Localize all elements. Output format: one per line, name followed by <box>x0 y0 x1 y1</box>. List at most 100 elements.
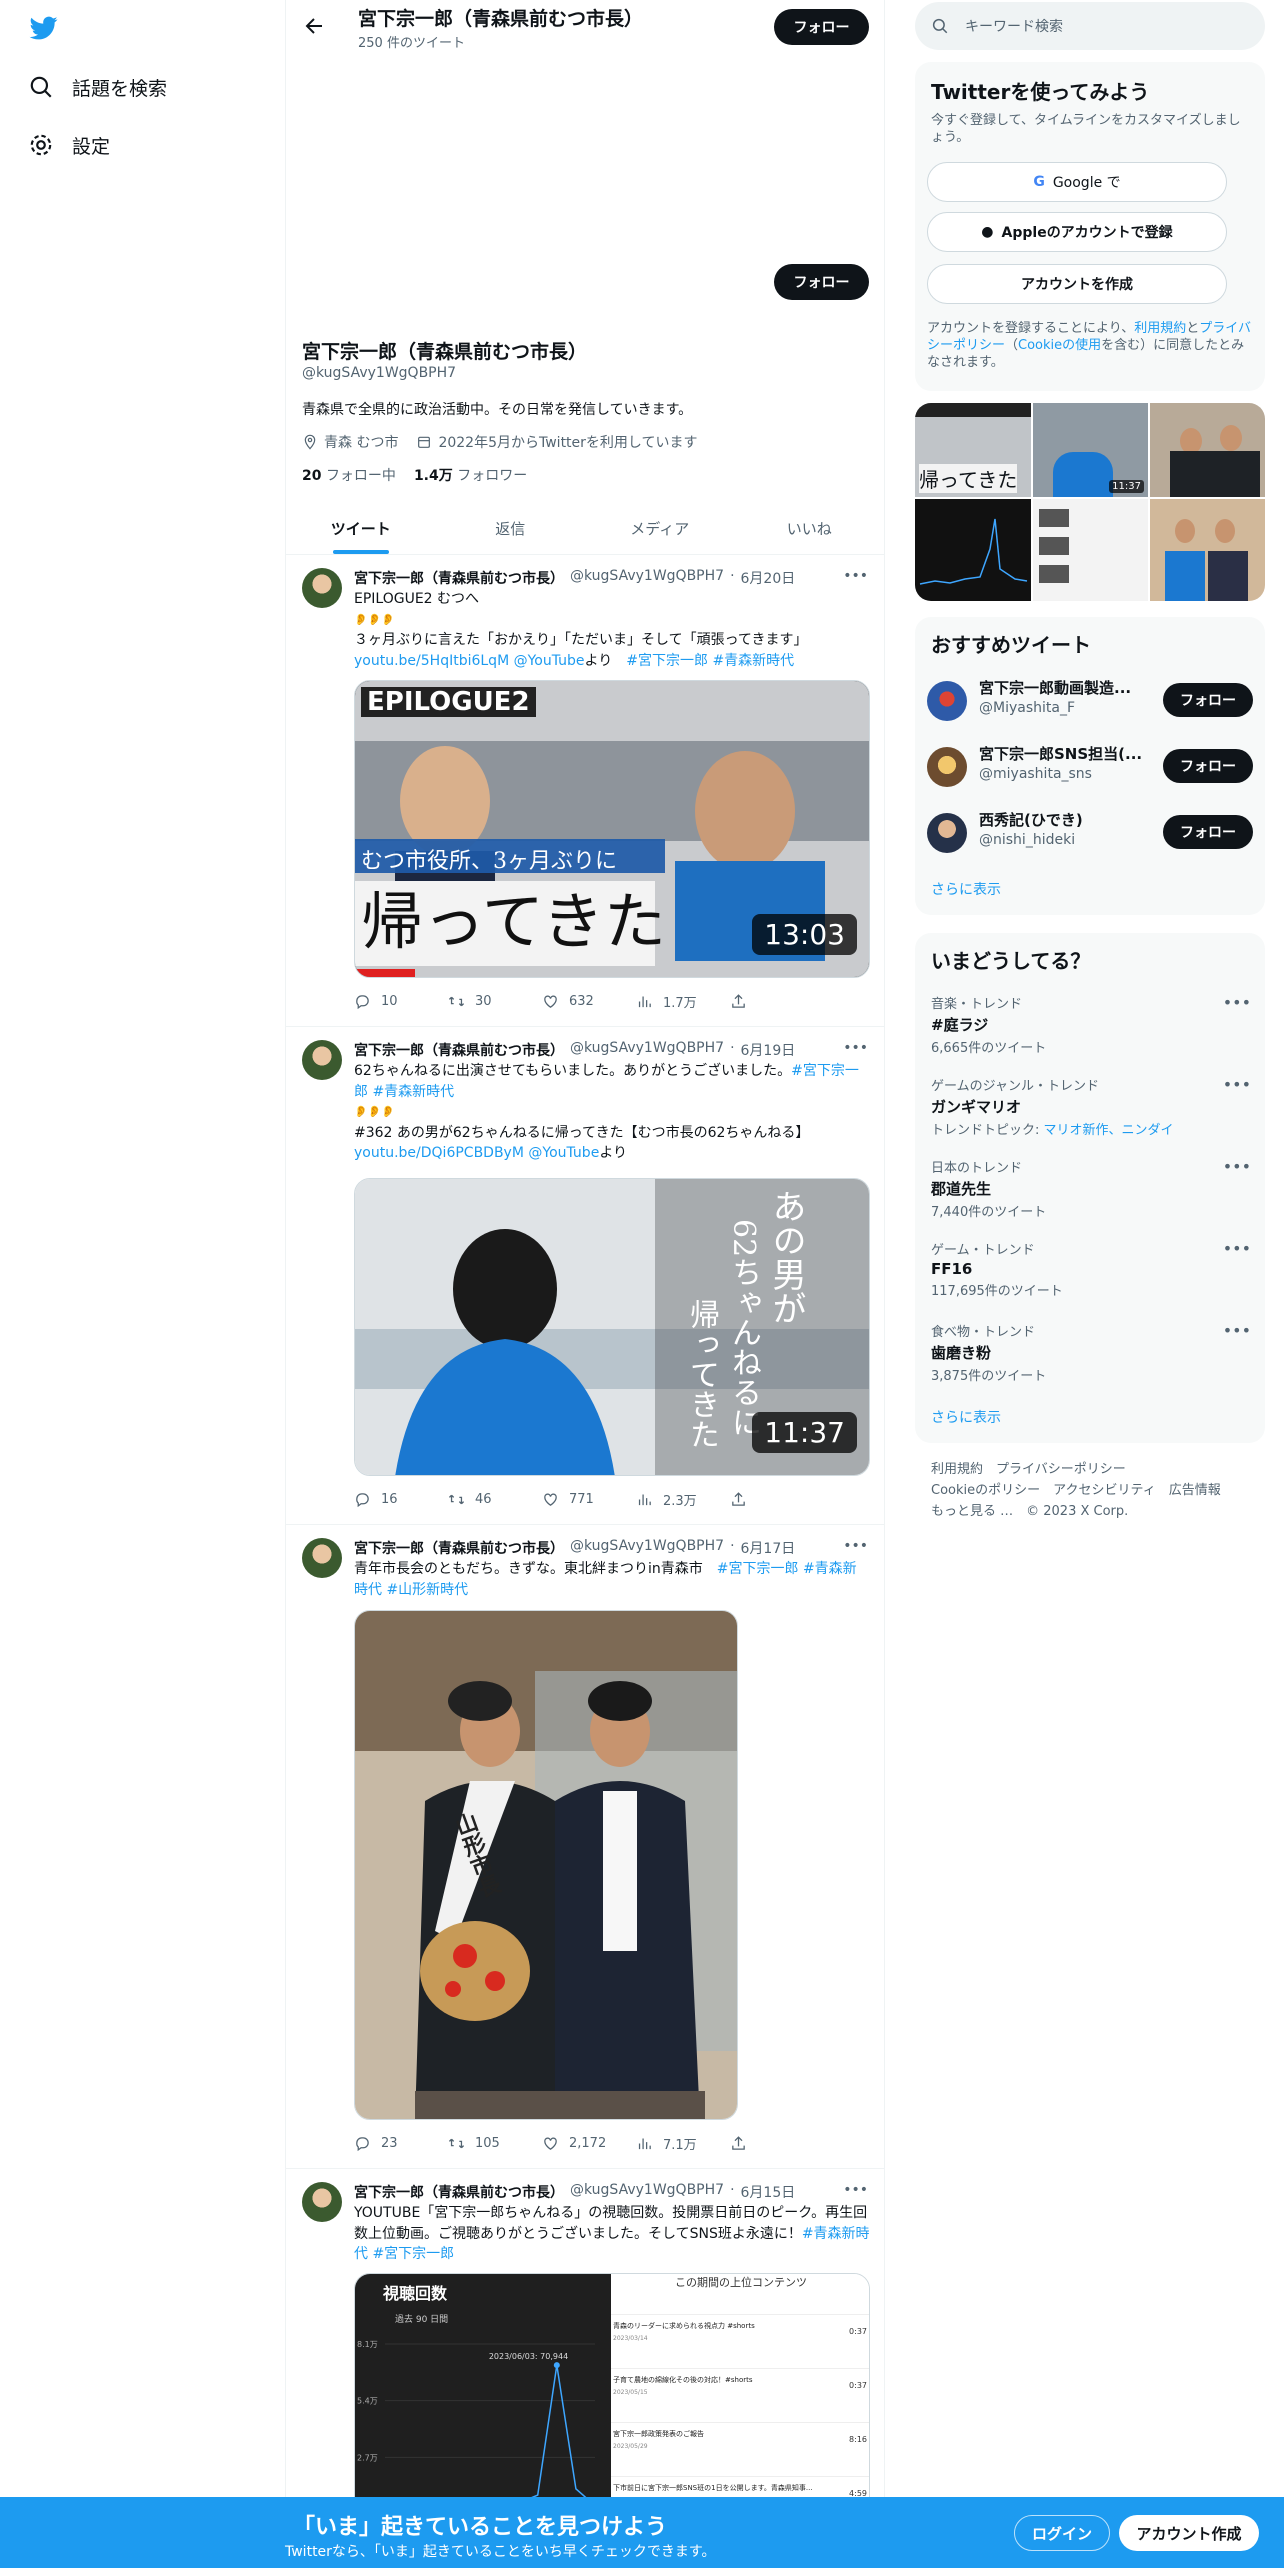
tweet-author-name[interactable]: 宮下宗一郎（青森県前むつ市長） <box>354 2182 564 2202</box>
follow-button[interactable]: フォロー <box>1163 815 1253 849</box>
terms-link[interactable]: 利用規約 <box>1134 321 1186 336</box>
avatar[interactable] <box>302 1040 342 1080</box>
recommended-account[interactable]: 宮下宗一郎SNS担当(... @miyashita_sns フォロー <box>927 739 1253 795</box>
avatar[interactable] <box>302 1538 342 1578</box>
avatar[interactable] <box>927 813 967 853</box>
more-icon[interactable]: ••• <box>1223 993 1251 1012</box>
like-button[interactable]: 632 <box>542 992 636 1011</box>
avatar[interactable] <box>302 2182 342 2222</box>
media-thumb[interactable]: 帰ってきた <box>915 403 1031 497</box>
show-more-link[interactable]: さらに表示 <box>931 1407 1001 1427</box>
followers-link[interactable]: 1.4万 フォロワー <box>414 465 527 485</box>
tweet-photo[interactable]: 山形市長 <box>354 1610 738 2120</box>
retweet-button[interactable]: 30 <box>448 992 542 1011</box>
hashtag-link[interactable]: #宮下宗一郎 #青森新時代 <box>626 653 794 669</box>
header-follow-button[interactable]: フォロー <box>774 9 869 45</box>
tweet-date[interactable]: 6月15日 <box>741 2182 796 2202</box>
recommended-account[interactable]: 西秀記(ひでき) @nishi_hideki フォロー <box>927 805 1253 861</box>
nav-explore[interactable]: 話題を検索 <box>28 67 167 107</box>
profile-name: 宮下宗一郎（青森県前むつ市長） <box>302 341 588 363</box>
login-button[interactable]: ログイン <box>1014 2515 1110 2551</box>
tab-media[interactable]: メディア <box>585 502 735 554</box>
tweet-date[interactable]: 6月19日 <box>741 1040 796 1060</box>
more-icon[interactable]: ••• <box>1223 1157 1251 1176</box>
views-button[interactable]: 2.3万 <box>636 1490 730 1509</box>
tab-replies[interactable]: 返信 <box>436 502 586 554</box>
more-icon[interactable]: ••• <box>1223 1239 1251 1258</box>
trend-item[interactable]: ゲームのジャンル・トレンド ガンギマリオ トレンドトピック: マリオ新作、ニンダ… <box>931 1075 1251 1138</box>
nav-settings[interactable]: 設定 <box>28 125 110 165</box>
tweet-date[interactable]: 6月20日 <box>741 568 796 588</box>
tweet-author-name[interactable]: 宮下宗一郎（青森県前むつ市長） <box>354 1040 564 1060</box>
signup-button[interactable]: アカウント作成 <box>1119 2515 1259 2551</box>
google-signup-button[interactable]: G Google で <box>927 162 1227 202</box>
avatar[interactable] <box>927 681 967 721</box>
profile-follow-button[interactable]: フォロー <box>774 264 869 300</box>
tweet-author-handle[interactable]: @kugSAvy1WgQBPH7 <box>570 568 724 588</box>
retweet-button[interactable]: 46 <box>448 1490 542 1509</box>
views-button[interactable]: 7.1万 <box>636 2134 730 2153</box>
following-link[interactable]: 20 フォロー中 <box>302 465 396 485</box>
more-icon[interactable]: ••• <box>1223 1075 1251 1094</box>
more-icon[interactable]: ••• <box>843 568 868 584</box>
tweet-link[interactable]: youtu.be/DQi6PCBDByM @YouTube <box>354 1145 599 1161</box>
follow-button[interactable]: フォロー <box>1163 683 1253 717</box>
share-button[interactable] <box>730 992 824 1011</box>
search-box[interactable]: キーワード検索 <box>915 2 1265 50</box>
trend-topic-links[interactable]: マリオ新作、ニンダイ <box>1044 1123 1174 1138</box>
cookie-link[interactable]: Cookieの使用 <box>1018 338 1101 353</box>
footer-line[interactable]: 利用規約 プライバシーポリシー <box>931 1459 1261 1480</box>
follow-button[interactable]: フォロー <box>1163 749 1253 783</box>
tweet-item[interactable]: 宮下宗一郎（青森県前むつ市長） @kugSAvy1WgQBPH7 · 6月20日… <box>286 556 884 1027</box>
signup-terms: アカウントを登録することにより、利用規約とプライバシーポリシー（Cookieの使… <box>927 320 1257 371</box>
tweet-photo[interactable]: 視聴回数 過去 90 日間 8.1万5.4万2.7万03月17日4月30日6月1… <box>354 2273 870 2533</box>
trend-item[interactable]: 食べ物・トレンド 歯磨き粉 3,875件のツイート ••• <box>931 1321 1251 1384</box>
more-icon[interactable]: ••• <box>1223 1321 1251 1340</box>
more-icon[interactable]: ••• <box>843 2182 868 2198</box>
back-arrow-icon[interactable] <box>302 14 326 38</box>
show-more-link[interactable]: さらに表示 <box>931 879 1001 899</box>
tab-likes[interactable]: いいね <box>735 502 885 554</box>
reply-button[interactable]: 16 <box>354 1490 448 1509</box>
tweet-line: 👂👂👂 <box>354 612 396 626</box>
tweet-author-name[interactable]: 宮下宗一郎（青森県前むつ市長） <box>354 1538 564 1558</box>
avatar[interactable] <box>302 568 342 608</box>
media-thumb[interactable] <box>915 499 1031 601</box>
video-thumbnail[interactable]: EPILOGUE2 むつ市役所、3ヶ月ぶりに 帰ってきた 13:03 <box>354 680 870 978</box>
trend-item[interactable]: 日本のトレンド 郡道先生 7,440件のツイート ••• <box>931 1157 1251 1220</box>
footer-line[interactable]: Cookieのポリシー アクセシビリティ 広告情報 <box>931 1480 1261 1501</box>
like-button[interactable]: 771 <box>542 1490 636 1509</box>
retweet-button[interactable]: 105 <box>448 2134 542 2153</box>
share-button[interactable] <box>730 2134 824 2153</box>
share-button[interactable] <box>730 1490 824 1509</box>
like-button[interactable]: 2,172 <box>542 2134 636 2153</box>
media-thumb[interactable] <box>1033 499 1148 601</box>
footer-line[interactable]: もっと見る … © 2023 X Corp. <box>931 1501 1261 1522</box>
views-button[interactable]: 1.7万 <box>636 992 730 1011</box>
tweet-author-handle[interactable]: @kugSAvy1WgQBPH7 <box>570 1040 724 1060</box>
recommended-account[interactable]: 宮下宗一郎動画製造... @Miyashita_F フォロー <box>927 673 1253 729</box>
tweet-item[interactable]: 宮下宗一郎（青森県前むつ市長） @kugSAvy1WgQBPH7 · 6月17日… <box>286 1526 884 2169</box>
tweet-author-handle[interactable]: @kugSAvy1WgQBPH7 <box>570 1538 724 1558</box>
tweet-link[interactable]: youtu.be/5HqItbi6LqM @YouTube <box>354 653 585 669</box>
create-account-button[interactable]: アカウントを作成 <box>927 264 1227 304</box>
twitter-bird-logo-icon[interactable] <box>28 14 60 42</box>
media-thumb[interactable] <box>1150 499 1265 601</box>
media-thumb[interactable] <box>1150 403 1265 497</box>
more-icon[interactable]: ••• <box>843 1040 868 1056</box>
tab-tweets[interactable]: ツイート <box>286 502 436 554</box>
avatar[interactable] <box>927 747 967 787</box>
tweet-author-handle[interactable]: @kugSAvy1WgQBPH7 <box>570 2182 724 2202</box>
apple-signup-button[interactable]: ● Appleのアカウントで登録 <box>927 212 1227 252</box>
reply-button[interactable]: 10 <box>354 992 448 1011</box>
tweet-author-name[interactable]: 宮下宗一郎（青森県前むつ市長） <box>354 568 564 588</box>
more-icon[interactable]: ••• <box>843 1538 868 1554</box>
tweet-date[interactable]: 6月17日 <box>741 1538 796 1558</box>
trend-item[interactable]: 音楽・トレンド #庭ラジ 6,665件のツイート ••• <box>931 993 1251 1056</box>
trend-category: ゲーム・トレンド <box>931 1243 1035 1258</box>
tweet-item[interactable]: 宮下宗一郎（青森県前むつ市長） @kugSAvy1WgQBPH7 · 6月19日… <box>286 1028 884 1525</box>
media-thumb[interactable]: 11:37 <box>1033 403 1148 497</box>
reply-button[interactable]: 23 <box>354 2134 448 2153</box>
video-thumbnail[interactable]: あの男が 62ちゃんねるに 帰ってきた 11:37 <box>354 1178 870 1476</box>
trend-item[interactable]: ゲーム・トレンド FF16 117,695件のツイート ••• <box>931 1239 1251 1299</box>
